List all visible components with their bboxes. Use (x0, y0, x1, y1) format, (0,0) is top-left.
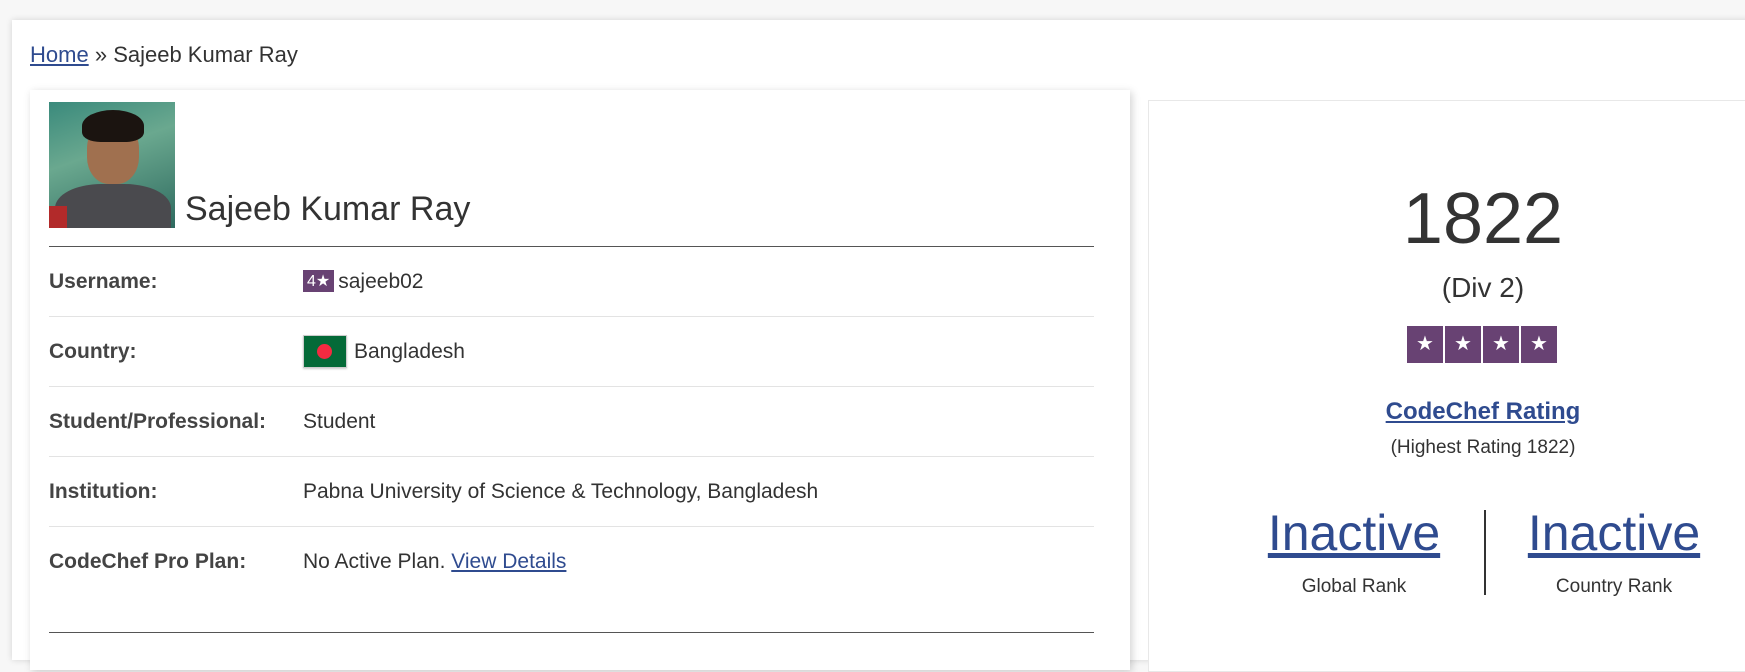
bangladesh-flag-icon (303, 335, 347, 368)
star-icon: ★ (1483, 326, 1519, 363)
username-text: sajeeb02 (338, 270, 424, 293)
pro-plan-text: No Active Plan. (303, 550, 446, 573)
star-icon: ★ (1445, 326, 1481, 363)
rating-number: 1822 (1402, 179, 1564, 259)
avatar (49, 102, 175, 228)
country-value: Bangladesh (354, 340, 465, 363)
star-rating-badge: 4★ (303, 270, 335, 292)
view-details-link[interactable]: View Details (451, 550, 566, 573)
row-institution: Institution: Pabna University of Science… (49, 457, 1094, 527)
highest-rating: (Highest Rating 1822) (1390, 437, 1576, 458)
rating-stars: ★ ★ ★ ★ (1407, 326, 1557, 363)
row-student-professional: Student/Professional: Student (49, 387, 1094, 457)
breadcrumb: Home » Sajeeb Kumar Ray (30, 42, 298, 68)
country-label: Country: (49, 340, 137, 363)
row-country: Country: Bangladesh (49, 317, 1094, 387)
codechef-rating-link[interactable]: CodeChef Rating (1386, 398, 1581, 425)
pro-plan-label: CodeChef Pro Plan: (49, 550, 247, 573)
division-label: (Div 2) (1441, 272, 1525, 303)
pro-plan-value: No Active Plan. View Details (303, 550, 566, 574)
profile-name: Sajeeb Kumar Ray (185, 190, 471, 228)
username-value: 4★ sajeeb02 (303, 270, 424, 294)
global-rank-label: Global Rank (1301, 576, 1407, 597)
breadcrumb-separator: » (94, 42, 108, 67)
status-value: Student (303, 410, 376, 433)
breadcrumb-home-link[interactable]: Home (30, 42, 89, 67)
divider (49, 632, 1094, 633)
star-icon: ★ (1407, 326, 1443, 363)
country-rank: Inactive Country Rank (1484, 504, 1744, 598)
row-pro-plan: CodeChef Pro Plan: No Active Plan. View … (49, 527, 1094, 596)
global-rank: Inactive Global Rank (1224, 504, 1484, 598)
row-username: Username: 4★ sajeeb02 (49, 247, 1094, 317)
star-icon: ★ (1521, 326, 1557, 363)
status-label: Student/Professional: (49, 410, 267, 433)
country-rank-label: Country Rank (1555, 576, 1673, 597)
institution-value: Pabna University of Science & Technology… (303, 480, 819, 503)
username-label: Username: (49, 270, 158, 293)
global-rank-value[interactable]: Inactive (1224, 504, 1484, 562)
breadcrumb-current: Sajeeb Kumar Ray (113, 42, 298, 67)
country-rank-value[interactable]: Inactive (1484, 504, 1744, 562)
institution-label: Institution: (49, 480, 158, 503)
rating-link-wrapper: CodeChef Rating (1148, 398, 1745, 426)
